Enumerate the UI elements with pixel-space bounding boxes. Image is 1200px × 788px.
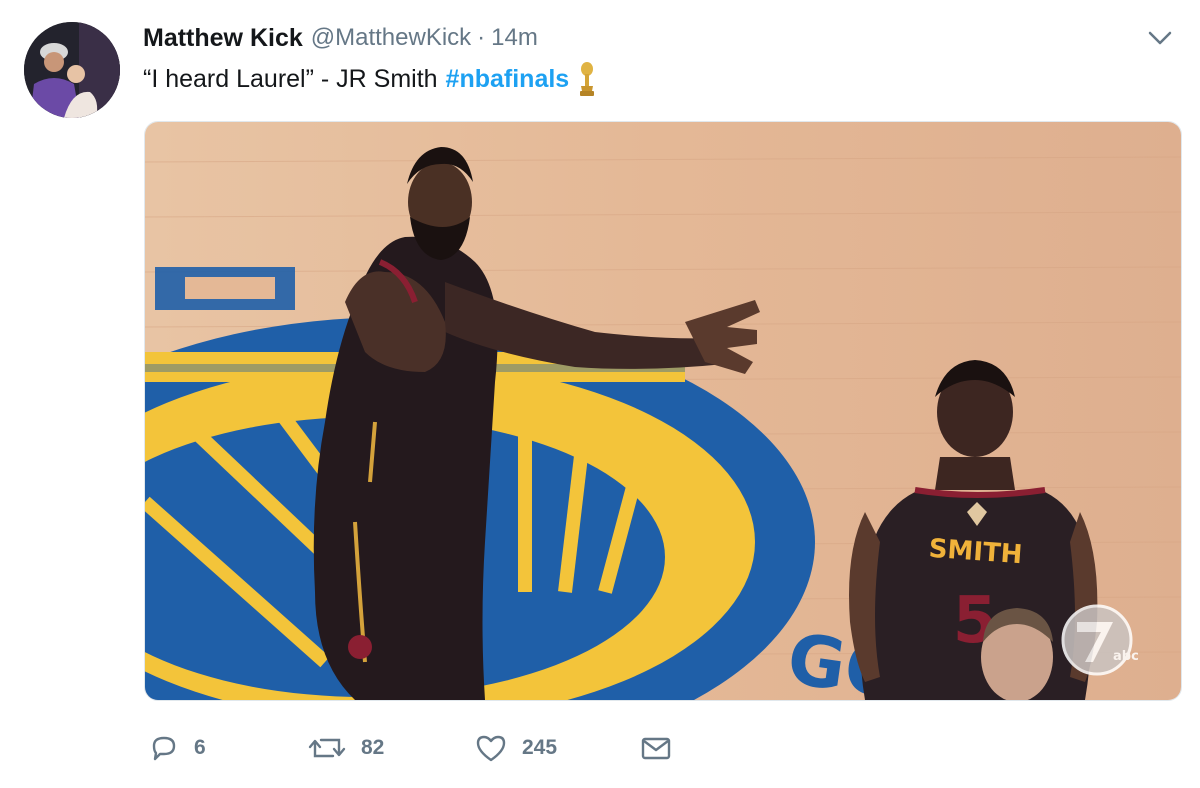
- tweet-media-image[interactable]: GO SMITH 5 abc: [144, 121, 1182, 701]
- reply-count: 6: [194, 736, 206, 759]
- broadcaster-text: abc: [1113, 649, 1139, 664]
- trophy-icon: [580, 62, 595, 96]
- direct-message-button[interactable]: [639, 724, 673, 772]
- author-name[interactable]: Matthew Kick: [143, 24, 303, 53]
- tweet-actions: 6 82 245: [0, 724, 1200, 772]
- like-count: 245: [522, 736, 558, 759]
- separator-dot: ·: [477, 24, 486, 51]
- chevron-down-icon[interactable]: [1146, 26, 1174, 50]
- retweet-icon: [308, 738, 346, 758]
- hashtag-link[interactable]: #nbafinals: [446, 65, 570, 94]
- reply-button[interactable]: 6: [148, 724, 206, 772]
- timestamp[interactable]: 14m: [491, 24, 538, 52]
- mail-icon: [641, 737, 671, 760]
- heart-icon: [476, 735, 506, 762]
- tweet-header: Matthew Kick @MatthewKick · 14m: [143, 22, 538, 54]
- avatar-photo: [24, 22, 120, 118]
- basketball-court-photo: GO SMITH 5 abc: [145, 122, 1181, 700]
- tweet-text: “I heard Laurel” - JR Smith #nbafinals: [143, 61, 597, 97]
- like-button[interactable]: 245: [474, 724, 557, 772]
- tweet-body: “I heard Laurel” - JR Smith: [143, 64, 438, 93]
- retweet-count: 82: [361, 736, 385, 759]
- retweet-button[interactable]: 82: [307, 724, 384, 772]
- reply-icon: [152, 736, 176, 761]
- author-avatar[interactable]: [24, 22, 120, 118]
- author-handle[interactable]: @MatthewKick: [311, 24, 471, 52]
